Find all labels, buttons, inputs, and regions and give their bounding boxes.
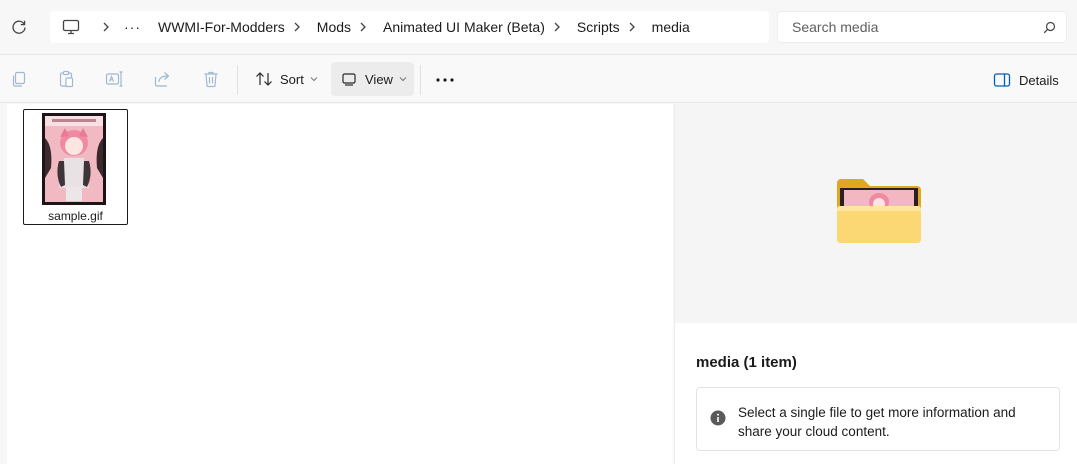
rename-icon[interactable] xyxy=(104,69,124,89)
breadcrumb-item-media[interactable]: media xyxy=(652,19,690,35)
sort-button[interactable]: Sort xyxy=(246,62,326,96)
breadcrumb-overflow[interactable]: ··· xyxy=(124,19,141,35)
copy-icon[interactable] xyxy=(9,69,29,89)
toolbar-divider xyxy=(420,65,421,95)
folder-icon xyxy=(837,179,921,243)
search-icon[interactable] xyxy=(1043,21,1056,34)
view-button[interactable]: View xyxy=(331,62,414,96)
search-box[interactable] xyxy=(777,11,1067,43)
pane-title: media (1 item) xyxy=(696,354,797,371)
info-icon xyxy=(710,410,726,426)
breadcrumb-item-mods[interactable]: Mods xyxy=(317,19,351,35)
preview-area xyxy=(675,104,1077,323)
sort-icon xyxy=(256,72,272,86)
chevron-down-icon xyxy=(310,77,318,82)
chevron-right-icon[interactable] xyxy=(102,22,110,32)
details-pane: media (1 item) Select a single file to g… xyxy=(674,104,1077,464)
view-label: View xyxy=(365,71,393,87)
delete-icon[interactable] xyxy=(201,69,221,89)
file-list-area[interactable]: sample.gif xyxy=(7,104,673,464)
file-item[interactable]: sample.gif xyxy=(23,109,128,225)
info-text: Select a single file to get more informa… xyxy=(738,405,1016,439)
info-card: Select a single file to get more informa… xyxy=(696,387,1060,451)
breadcrumb-item-wwmi[interactable]: WWMI-For-Modders xyxy=(158,19,285,35)
chevron-right-icon[interactable] xyxy=(628,22,636,32)
paste-icon[interactable] xyxy=(56,69,76,89)
file-thumbnail xyxy=(42,113,106,205)
refresh-icon[interactable] xyxy=(9,17,29,37)
toolbar-divider xyxy=(237,65,238,95)
view-icon xyxy=(342,73,356,86)
details-pane-icon xyxy=(993,73,1011,87)
details-label: Details xyxy=(1019,72,1059,88)
more-options-icon[interactable] xyxy=(433,68,457,92)
address-row: ··· WWMI-For-Modders Mods Animated UI Ma… xyxy=(0,0,1077,54)
breadcrumb[interactable]: ··· WWMI-For-Modders Mods Animated UI Ma… xyxy=(50,11,769,43)
chevron-right-icon[interactable] xyxy=(553,22,561,32)
breadcrumb-item-animated-ui-maker[interactable]: Animated UI Maker (Beta) xyxy=(383,19,545,35)
breadcrumb-item-scripts[interactable]: Scripts xyxy=(577,19,620,35)
sort-label: Sort xyxy=(280,71,304,87)
chevron-down-icon xyxy=(399,77,407,82)
chevron-right-icon[interactable] xyxy=(293,22,301,32)
command-bar: Sort View Details xyxy=(0,54,1077,103)
details-button[interactable]: Details xyxy=(993,70,1059,90)
share-icon[interactable] xyxy=(152,69,172,89)
file-name: sample.gif xyxy=(48,209,103,223)
this-pc-icon[interactable] xyxy=(62,18,80,36)
chevron-right-icon[interactable] xyxy=(359,22,367,32)
search-input[interactable] xyxy=(792,19,1032,35)
